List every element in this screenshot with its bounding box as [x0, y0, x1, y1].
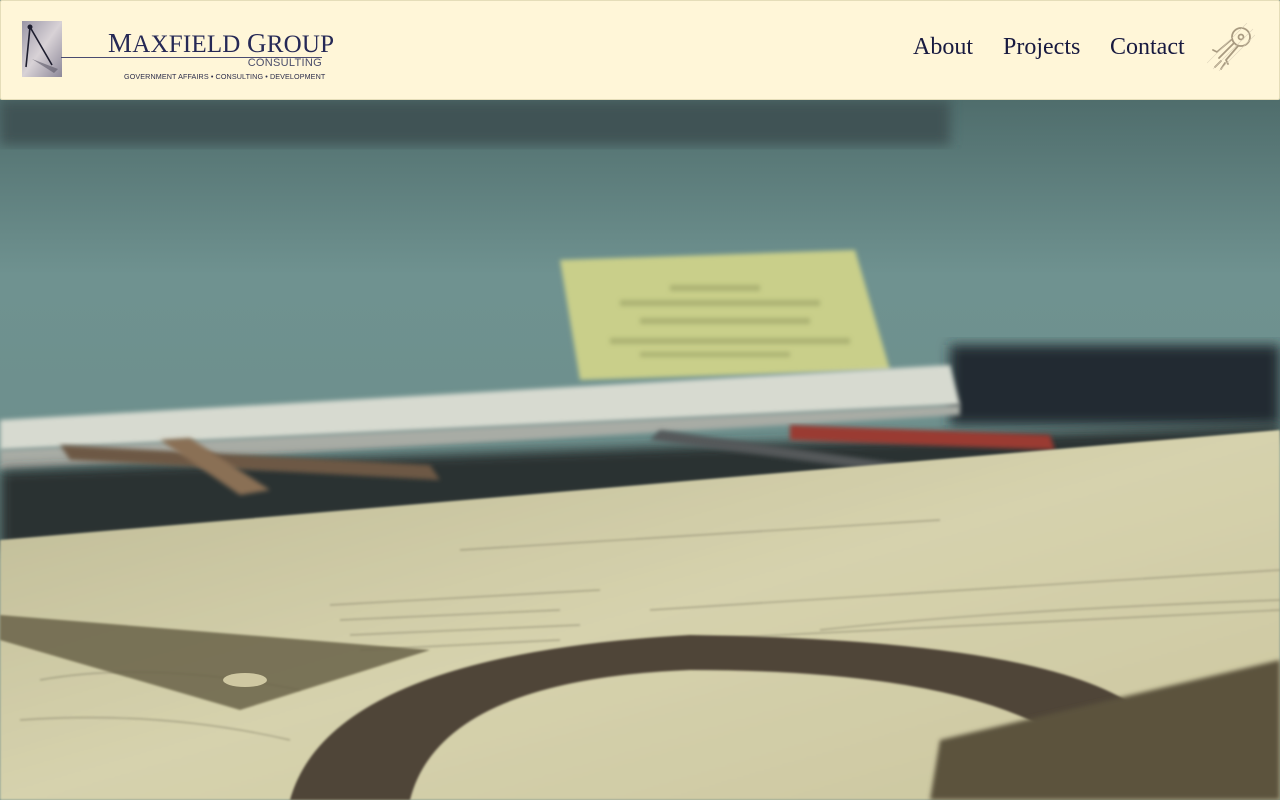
- rocket-icon[interactable]: [1207, 23, 1255, 71]
- hero-image: [0, 100, 1280, 800]
- site-header: MAXFIELD GROUP CONSULTING GOVERNMENT AFF…: [0, 0, 1280, 100]
- nav-link-contact[interactable]: Contact: [1110, 31, 1185, 63]
- blueprint-desk-photo: [0, 100, 1280, 800]
- main-nav: About Projects Contact: [1, 31, 1280, 65]
- logo-tagline: GOVERNMENT AFFAIRS • CONSULTING • DEVELO…: [124, 72, 326, 81]
- nav-link-about[interactable]: About: [913, 31, 973, 63]
- nav-link-projects[interactable]: Projects: [1003, 31, 1080, 63]
